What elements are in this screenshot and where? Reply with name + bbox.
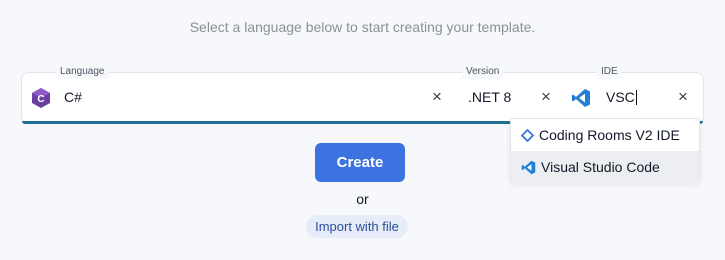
version-value[interactable]: .NET 8 (468, 89, 511, 105)
ide-option-label: Coding Rooms V2 IDE (539, 127, 680, 143)
ide-dropdown: Coding Rooms V2 IDE Visual Studio Code (510, 118, 700, 183)
create-button[interactable]: Create (315, 143, 405, 182)
ide-search-input[interactable]: VSC (606, 89, 637, 105)
page-subtitle: Select a language below to start creatin… (189, 19, 536, 35)
import-with-file-link[interactable]: Import with file (306, 215, 408, 238)
csharp-icon: C (32, 88, 50, 108)
template-selector: Language Version IDE C C# × .NET 8 × VSC… (21, 65, 704, 124)
clear-version-icon[interactable]: × (538, 87, 554, 107)
ide-option-label: Visual Studio Code (541, 159, 660, 175)
vscode-icon (572, 89, 590, 107)
clear-ide-icon[interactable]: × (675, 87, 691, 107)
version-label: Version (462, 65, 504, 79)
coding-rooms-icon (521, 128, 534, 142)
language-value[interactable]: C# (64, 89, 82, 105)
ide-label: IDE (597, 65, 622, 79)
ide-search-text: VSC (606, 89, 635, 105)
language-label: Language (56, 65, 109, 79)
or-separator: or (356, 191, 369, 207)
ide-option-vscode[interactable]: Visual Studio Code (511, 151, 699, 183)
ide-option-coding-rooms[interactable]: Coding Rooms V2 IDE (511, 119, 699, 151)
vscode-icon (521, 160, 536, 174)
clear-language-icon[interactable]: × (429, 87, 445, 107)
text-caret (635, 90, 637, 105)
svg-text:C: C (37, 94, 44, 105)
